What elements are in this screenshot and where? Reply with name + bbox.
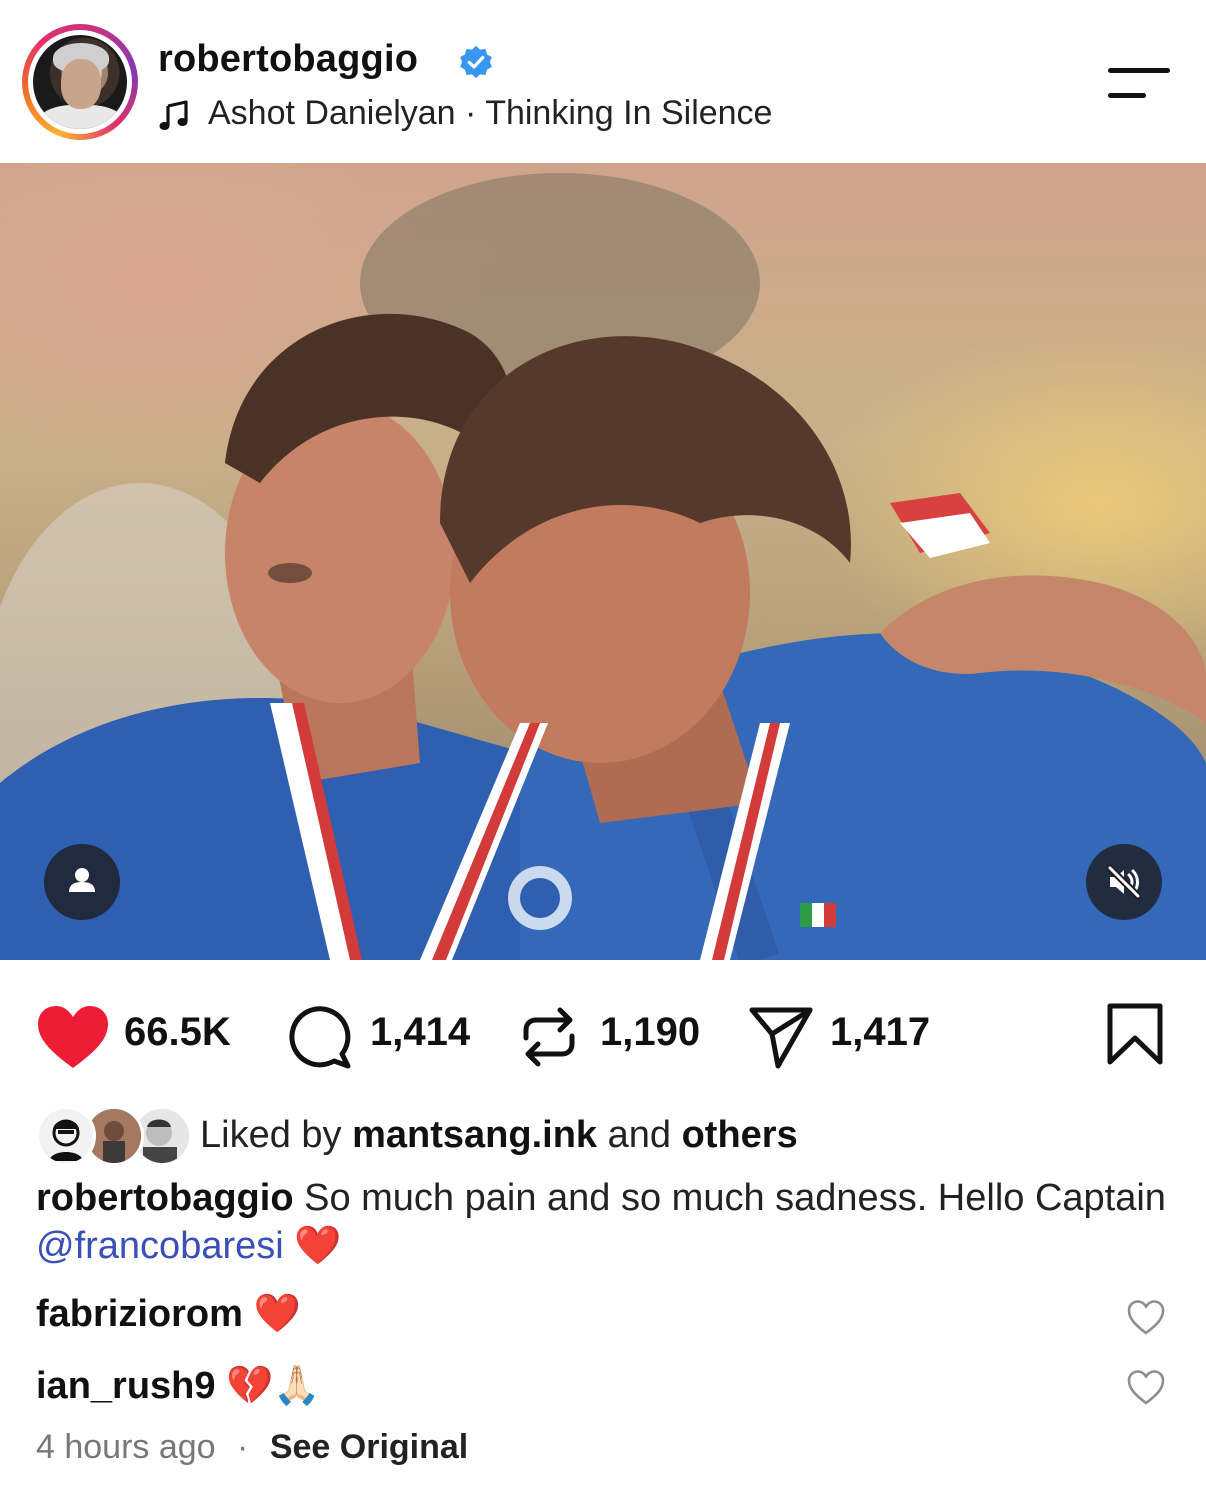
menu-icon[interactable] bbox=[1108, 66, 1170, 100]
heart-filled-icon bbox=[38, 1006, 108, 1068]
likes-others-link[interactable]: others bbox=[682, 1114, 798, 1156]
action-bar: 66.5K 1,414 1,190 1,417 bbox=[0, 990, 1206, 1080]
meta-separator: · bbox=[237, 1428, 249, 1466]
comment-username[interactable]: ian_rush9 💔🙏🏻 bbox=[36, 1364, 321, 1408]
repost-icon bbox=[523, 1007, 575, 1067]
comment-username[interactable]: fabriziorom ❤️ bbox=[36, 1292, 301, 1336]
post-meta: 4 hours ago · See Original bbox=[36, 1428, 468, 1467]
post-photo[interactable] bbox=[0, 163, 1206, 960]
caption-mention[interactable]: @francobaresi bbox=[36, 1225, 284, 1267]
comment-like-heart-icon[interactable] bbox=[1126, 1298, 1166, 1338]
comment-like-heart-icon[interactable] bbox=[1126, 1368, 1166, 1408]
caption-text: So much pain and so much sadness. Hello … bbox=[304, 1177, 1166, 1219]
post-caption: robertobaggio So much pain and so much s… bbox=[36, 1174, 1176, 1270]
post-header: robertobaggio Ashot Danielyan · Thinking… bbox=[0, 0, 1206, 163]
person-icon bbox=[69, 868, 95, 892]
liked-by-text: Liked by mantsang.ink and others bbox=[200, 1114, 798, 1156]
repost-count: 1,190 bbox=[600, 1010, 701, 1054]
verified-badge-icon bbox=[460, 45, 492, 79]
comment-row: fabriziorom ❤️ bbox=[36, 1288, 1176, 1348]
share-count: 1,417 bbox=[830, 1010, 931, 1054]
mute-button[interactable] bbox=[1086, 844, 1162, 920]
audio-track-link[interactable]: Ashot Danielyan · Thinking In Silence bbox=[208, 94, 772, 133]
story-ring[interactable] bbox=[22, 24, 138, 140]
see-original-button[interactable]: See Original bbox=[270, 1428, 468, 1466]
photo-illustration bbox=[0, 173, 1206, 960]
like-count: 66.5K bbox=[124, 1010, 231, 1054]
comment-row: ian_rush9 💔🙏🏻 bbox=[36, 1360, 1176, 1420]
liked-by-row[interactable]: Liked by mantsang.ink and others bbox=[36, 1104, 936, 1168]
user-tags-button[interactable] bbox=[44, 844, 120, 920]
comment-action[interactable]: 1,414 bbox=[286, 990, 486, 1080]
comment-text: 💔🙏🏻 bbox=[226, 1365, 321, 1407]
caption-author[interactable]: robertobaggio bbox=[36, 1177, 294, 1219]
comment-count: 1,414 bbox=[370, 1010, 471, 1054]
muted-speaker-icon bbox=[1106, 864, 1142, 900]
comment-text: ❤️ bbox=[253, 1293, 301, 1335]
like-action[interactable]: 66.5K bbox=[36, 990, 256, 1080]
username[interactable]: robertobaggio bbox=[158, 38, 418, 81]
avatar[interactable] bbox=[33, 35, 127, 129]
liker-avatar bbox=[36, 1106, 96, 1166]
comment-bubble-icon bbox=[289, 1006, 351, 1069]
post-timestamp: 4 hours ago bbox=[36, 1428, 216, 1466]
repost-action[interactable]: 1,190 bbox=[520, 990, 720, 1080]
music-note-icon bbox=[159, 100, 188, 130]
bookmark-icon[interactable] bbox=[1106, 1002, 1164, 1066]
liker-username[interactable]: mantsang.ink bbox=[352, 1114, 597, 1156]
caption-emoji: ❤️ bbox=[294, 1225, 342, 1267]
send-paper-plane-icon bbox=[749, 1007, 813, 1069]
share-action[interactable]: 1,417 bbox=[748, 990, 948, 1080]
